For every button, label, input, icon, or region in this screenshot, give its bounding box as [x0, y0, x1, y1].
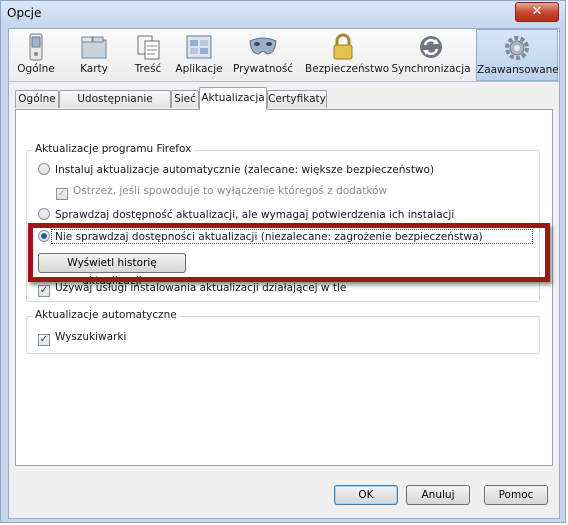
radio-auto-install[interactable]	[38, 163, 50, 175]
gear-icon	[505, 36, 529, 60]
pane-label: Karty	[80, 63, 108, 75]
pane-privacy[interactable]: Prywatność	[233, 29, 293, 81]
pane-label: Aplikacje	[175, 63, 223, 75]
update-tab-panel: Aktualizacje programu Firefox Instaluj a…	[15, 109, 553, 466]
option-auto-install[interactable]: Instaluj aktualizacje automatycznie (zal…	[38, 163, 434, 179]
mask-icon	[249, 37, 277, 55]
option-label: Używaj usługi instalowania aktualizacji …	[55, 282, 347, 294]
option-warn-disable[interactable]: ✓ Ostrzeż, jeśli spowoduje to wyłączenie …	[56, 184, 387, 200]
option-search-engines[interactable]: ✓ Wyszukiwarki	[38, 330, 126, 346]
auto-updates-group-title: Aktualizacje automatyczne	[32, 309, 180, 321]
sync-arrows-icon	[420, 36, 442, 58]
option-label: Ostrzeż, jeśli spowoduje to wyłączenie k…	[73, 185, 388, 197]
tabs-folder-icon	[81, 36, 107, 59]
options-window: Opcje ✕ Ogólne Karty Treść Aplikacje Pry…	[0, 0, 566, 523]
tab-certificates[interactable]: Certyfikaty	[267, 90, 327, 108]
tab-general[interactable]: Ogólne	[15, 90, 59, 108]
pane-label: Treść	[134, 63, 162, 75]
cancel-button[interactable]: Anuluj	[406, 485, 470, 505]
pane-advanced[interactable]: Zaawansowane	[476, 29, 559, 81]
pane-label: Prywatność	[233, 63, 294, 75]
firefox-updates-group-title: Aktualizacje programu Firefox	[32, 143, 195, 155]
option-check-ask[interactable]: Sprawdzaj dostępność aktualizacji, ale w…	[38, 208, 454, 224]
window-title: Opcje	[7, 6, 42, 20]
ok-button[interactable]: OK	[334, 485, 398, 505]
radio-check-ask[interactable]	[38, 208, 50, 220]
pane-label: Synchronizacja	[391, 63, 471, 75]
option-label: Sprawdzaj dostępność aktualizacji, ale w…	[55, 209, 455, 221]
padlock-icon	[333, 33, 353, 60]
pane-tabs[interactable]: Karty	[71, 29, 117, 81]
annotation-highlight-box	[28, 223, 550, 282]
tab-network[interactable]: Sieć	[171, 90, 199, 108]
applications-icon	[186, 35, 212, 59]
pane-label: Bezpieczeństwo	[305, 63, 390, 75]
title-bar[interactable]: Opcje ✕	[1, 1, 565, 27]
pane-sync[interactable]: Synchronizacja	[391, 29, 471, 81]
pane-label: Ogólne	[17, 63, 55, 75]
pane-applications[interactable]: Aplikacje	[173, 29, 225, 81]
advanced-tabs: Ogólne Udostępnianie danych Sieć Aktuali…	[15, 87, 555, 122]
option-label: Wyszukiwarki	[55, 331, 127, 343]
pane-label: Zaawansowane	[477, 64, 559, 76]
checkbox-background-service[interactable]: ✓	[38, 285, 50, 297]
pane-general[interactable]: Ogólne	[13, 29, 59, 81]
option-background-service[interactable]: ✓ Używaj usługi instalowania aktualizacji…	[38, 281, 346, 297]
dialog-client-area: Ogólne Karty Treść Aplikacje Prywatność …	[8, 28, 560, 519]
option-label: Instaluj aktualizacje automatycznie (zal…	[55, 164, 435, 176]
tab-update[interactable]: Aktualizacja	[199, 87, 267, 110]
checkbox-search-engines[interactable]: ✓	[38, 334, 50, 346]
tab-data-sharing[interactable]: Udostępnianie danych	[59, 90, 171, 122]
pane-content[interactable]: Treść	[125, 29, 171, 81]
preferences-toolbar: Ogólne Karty Treść Aplikacje Prywatność …	[9, 29, 559, 82]
content-page-icon	[137, 35, 160, 60]
help-button[interactable]: Pomoc	[484, 485, 548, 505]
checkbox-warn-disable[interactable]: ✓	[56, 188, 68, 200]
switch-icon	[29, 33, 43, 61]
pane-security[interactable]: Bezpieczeństwo	[305, 29, 390, 81]
close-button[interactable]: ✕	[515, 2, 559, 22]
